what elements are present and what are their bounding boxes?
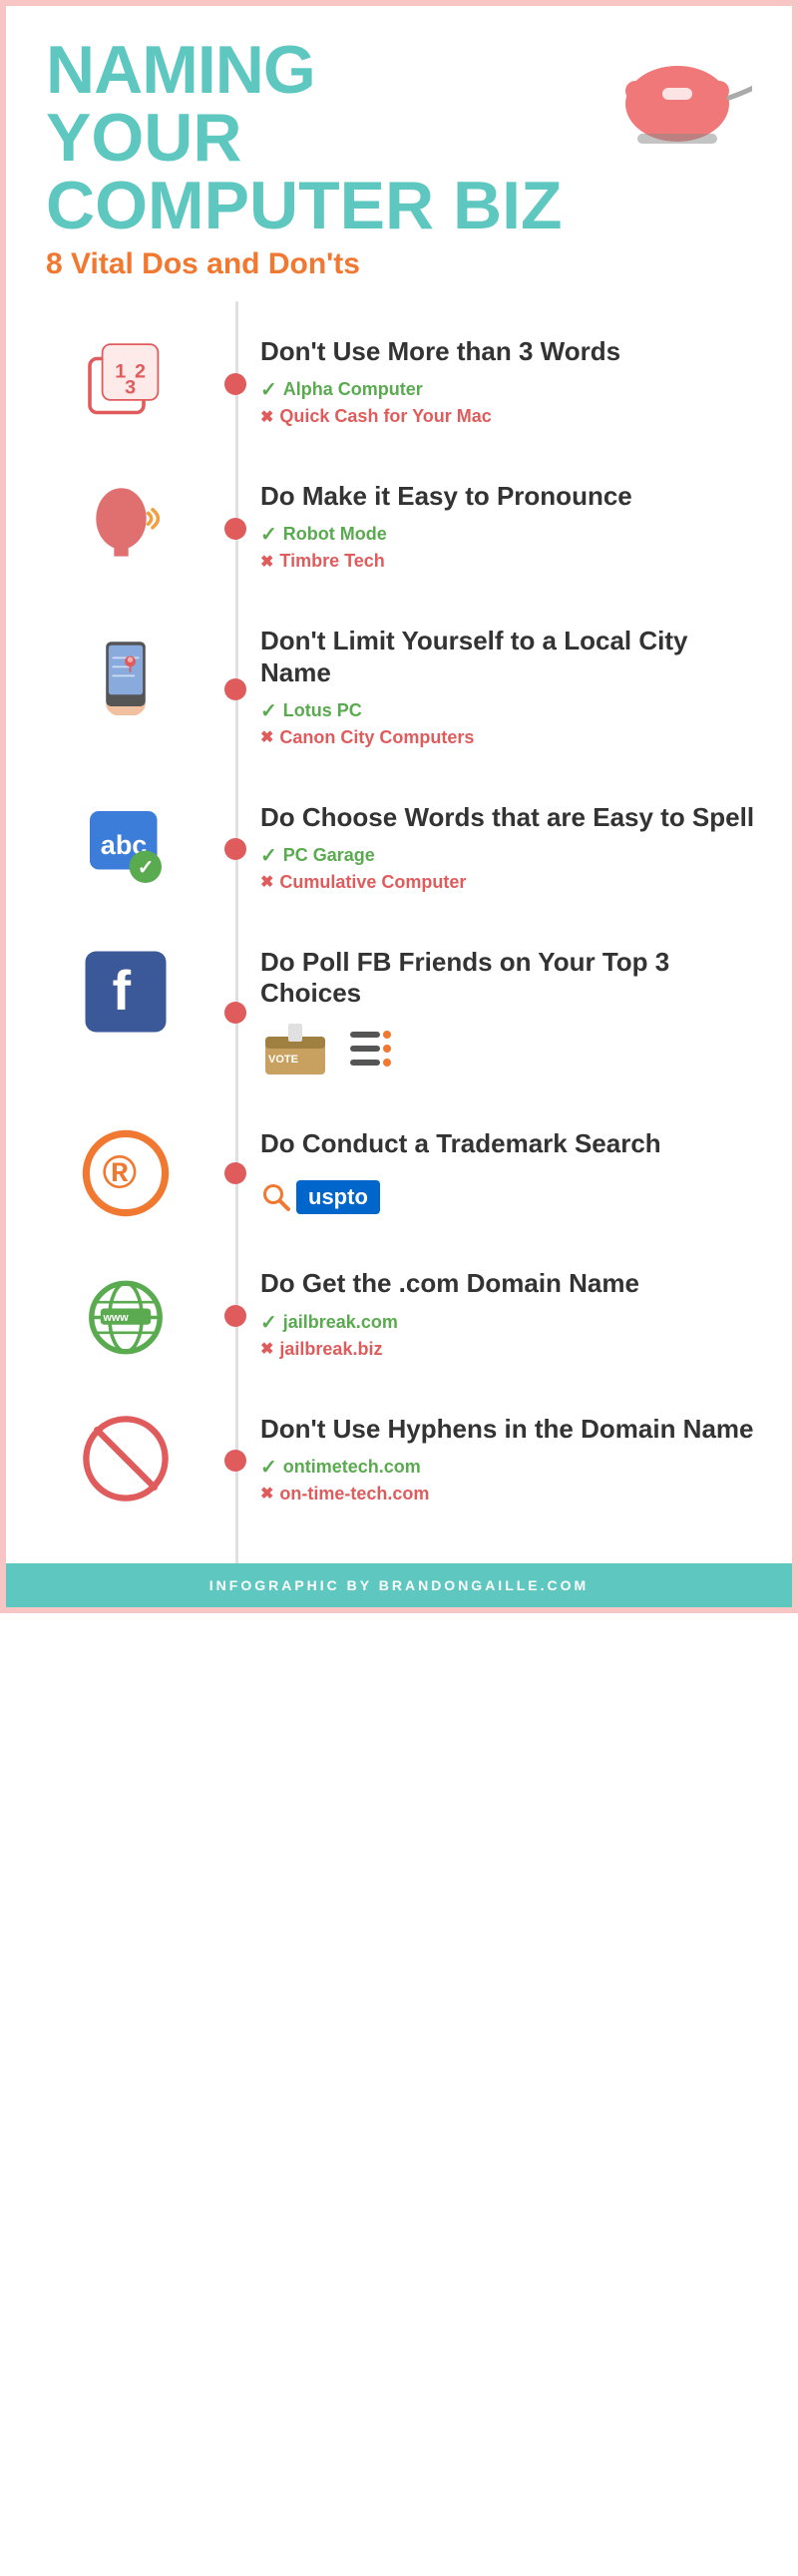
item-8-title: Don't Use Hyphens in the Domain Name bbox=[260, 1414, 762, 1445]
x-icon: ✖ bbox=[260, 1339, 273, 1359]
item-4-title: Do Choose Words that are Easy to Spell bbox=[260, 802, 762, 833]
check-icon: ✓ bbox=[260, 698, 277, 723]
x-icon: ✖ bbox=[260, 727, 273, 747]
vote-icon: VOTE bbox=[260, 1019, 330, 1078]
list-item: f Do Poll FB Friends on Your Top 3 Choic… bbox=[6, 922, 792, 1103]
x-icon: ✖ bbox=[260, 552, 273, 572]
item-1-good: ✓ Alpha Computer bbox=[260, 377, 762, 402]
item-dot-2 bbox=[224, 518, 246, 540]
item-6-title: Do Conduct a Trademark Search bbox=[260, 1128, 762, 1159]
item-1-title: Don't Use More than 3 Words bbox=[260, 336, 762, 367]
mouse-icon bbox=[612, 46, 752, 151]
item-dot-5 bbox=[224, 1002, 246, 1024]
x-icon: ✖ bbox=[260, 872, 273, 892]
item-3-good: ✓ Lotus PC bbox=[260, 698, 762, 723]
list-item: Don't Limit Yourself to a Local City Nam… bbox=[6, 601, 792, 776]
footer-text: INFOGRAPHIC BY BRANDONGAILLE.COM bbox=[20, 1577, 778, 1593]
check-icon: ✓ bbox=[260, 1310, 277, 1335]
item-dot-6 bbox=[224, 1162, 246, 1184]
item-2-title: Do Make it Easy to Pronounce bbox=[260, 481, 762, 512]
svg-text:®: ® bbox=[103, 1146, 137, 1198]
list-item: 1 2 3 Don't Use More than 3 Words ✓ Alph… bbox=[6, 311, 792, 456]
title-line3: COMPUTER BIZ bbox=[46, 172, 612, 239]
svg-text:✓: ✓ bbox=[138, 857, 155, 879]
item-icon-nohyphen bbox=[26, 1414, 225, 1503]
item-8-content: Don't Use Hyphens in the Domain Name ✓ o… bbox=[225, 1414, 762, 1508]
svg-text:2: 2 bbox=[135, 360, 146, 382]
item-7-title: Do Get the .com Domain Name bbox=[260, 1268, 762, 1299]
border-wrapper: NAMING YOUR COMPUTER BIZ 8 Vital Dos and… bbox=[0, 0, 798, 1613]
svg-text:www: www bbox=[103, 1312, 130, 1324]
vote-area: VOTE bbox=[260, 1019, 762, 1078]
svg-text:f: f bbox=[113, 959, 132, 1022]
item-5-title: Do Poll FB Friends on Your Top 3 Choices bbox=[260, 947, 762, 1009]
item-7-good: ✓ jailbreak.com bbox=[260, 1310, 762, 1335]
x-icon: ✖ bbox=[260, 1484, 273, 1503]
search-icon bbox=[260, 1181, 292, 1213]
item-icon-abc: abc ✓ bbox=[26, 802, 225, 892]
item-icon-www: www bbox=[26, 1268, 225, 1358]
header: NAMING YOUR COMPUTER BIZ 8 Vital Dos and… bbox=[6, 6, 792, 301]
item-2-content: Do Make it Easy to Pronounce ✓ Robot Mod… bbox=[225, 481, 762, 576]
list-item: Don't Use Hyphens in the Domain Name ✓ o… bbox=[6, 1389, 792, 1533]
header-title: NAMING YOUR COMPUTER BIZ 8 Vital Dos and… bbox=[46, 36, 612, 281]
x-icon: ✖ bbox=[260, 407, 273, 427]
item-1-content: Don't Use More than 3 Words ✓ Alpha Comp… bbox=[225, 336, 762, 431]
item-dot-4 bbox=[224, 838, 246, 860]
item-4-good: ✓ PC Garage bbox=[260, 843, 762, 868]
main-container: NAMING YOUR COMPUTER BIZ 8 Vital Dos and… bbox=[0, 0, 798, 1613]
item-3-bad: ✖ Canon City Computers bbox=[260, 727, 762, 748]
list-item: abc ✓ Do Choose Words that are Easy to S… bbox=[6, 777, 792, 922]
list-item: Do Make it Easy to Pronounce ✓ Robot Mod… bbox=[6, 456, 792, 601]
item-icon-phone bbox=[26, 626, 225, 715]
item-3-title: Don't Limit Yourself to a Local City Nam… bbox=[260, 626, 762, 687]
item-8-bad: ✖ on-time-tech.com bbox=[260, 1484, 762, 1504]
item-7-content: Do Get the .com Domain Name ✓ jailbreak.… bbox=[225, 1268, 762, 1363]
timeline: 1 2 3 Don't Use More than 3 Words ✓ Alph… bbox=[6, 301, 792, 1563]
item-4-bad: ✖ Cumulative Computer bbox=[260, 872, 762, 893]
uspto-badge: uspto bbox=[260, 1180, 380, 1214]
subtitle: 8 Vital Dos and Don'ts bbox=[46, 247, 612, 281]
item-7-bad: ✖ jailbreak.biz bbox=[260, 1339, 762, 1360]
item-icon-registered: ® bbox=[26, 1128, 225, 1218]
check-icon: ✓ bbox=[260, 377, 277, 402]
item-icon-face bbox=[26, 481, 225, 571]
item-3-content: Don't Limit Yourself to a Local City Nam… bbox=[225, 626, 762, 751]
item-icon-facebook: f bbox=[26, 947, 225, 1037]
title-line2: YOUR bbox=[46, 104, 612, 172]
item-8-good: ✓ ontimetech.com bbox=[260, 1455, 762, 1480]
check-icon: ✓ bbox=[260, 522, 277, 547]
item-5-content: Do Poll FB Friends on Your Top 3 Choices… bbox=[225, 947, 762, 1078]
list-item: www Do Get the .com Domain Name ✓ jailbr… bbox=[6, 1243, 792, 1388]
item-2-good: ✓ Robot Mode bbox=[260, 522, 762, 547]
list-icon bbox=[345, 1024, 405, 1073]
item-dot-1 bbox=[224, 373, 246, 395]
check-icon: ✓ bbox=[260, 1455, 277, 1480]
check-icon: ✓ bbox=[260, 843, 277, 868]
item-1-bad: ✖ Quick Cash for Your Mac bbox=[260, 406, 762, 427]
item-dot-3 bbox=[224, 678, 246, 700]
title-line1: NAMING bbox=[46, 36, 612, 104]
svg-text:VOTE: VOTE bbox=[268, 1054, 298, 1066]
item-6-content: Do Conduct a Trademark Search uspto bbox=[225, 1128, 762, 1217]
svg-text:3: 3 bbox=[125, 377, 136, 399]
item-dot-7 bbox=[224, 1305, 246, 1327]
uspto-text: uspto bbox=[296, 1180, 380, 1214]
item-icon-dice: 1 2 3 bbox=[26, 336, 225, 426]
item-dot-8 bbox=[224, 1450, 246, 1472]
footer: INFOGRAPHIC BY BRANDONGAILLE.COM bbox=[6, 1563, 792, 1607]
item-4-content: Do Choose Words that are Easy to Spell ✓… bbox=[225, 802, 762, 897]
list-item: ® Do Conduct a Trademark Search uspto bbox=[6, 1103, 792, 1243]
item-2-bad: ✖ Timbre Tech bbox=[260, 551, 762, 572]
